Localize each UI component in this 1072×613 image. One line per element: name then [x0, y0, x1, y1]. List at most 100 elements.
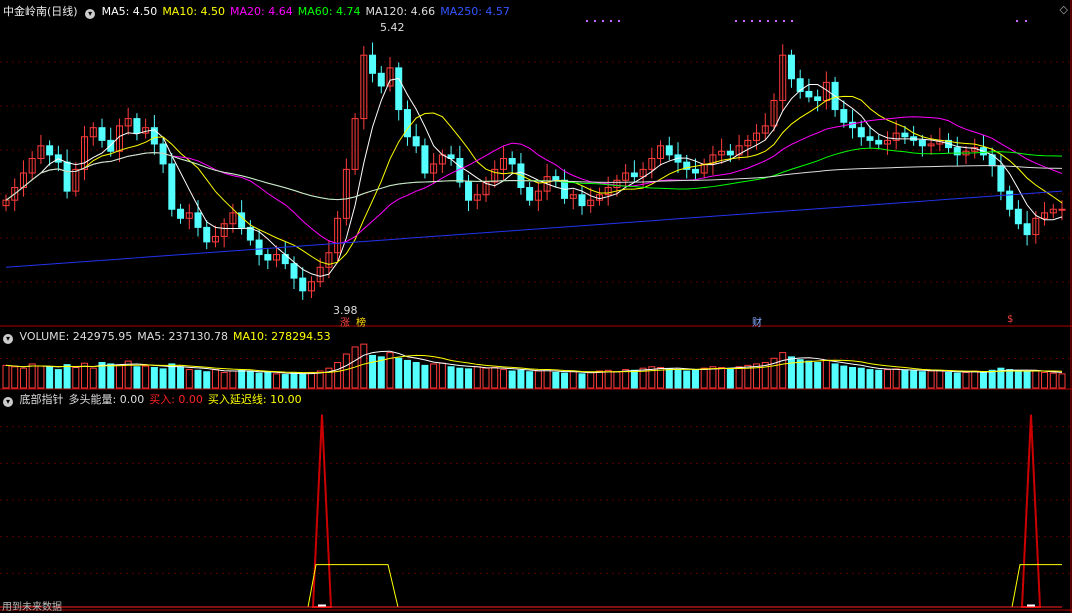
signal-dot [759, 20, 761, 22]
tag-zhang[interactable]: 涨 [340, 314, 350, 329]
panel-toggle-icon[interactable]: ◇ [1060, 3, 1068, 16]
signal-dot [1016, 20, 1018, 22]
volume-panel-header: ▾ VOLUME: 242975.95 MA5: 237130.78 MA10: 2… [3, 330, 336, 344]
volume-bar [281, 374, 289, 389]
volume-bar [438, 362, 446, 389]
volume-bar [421, 364, 429, 389]
volume-bar [674, 369, 682, 389]
indicator-legend-item-3: 买入延迟线: 10.00 [207, 393, 302, 406]
candle-body [691, 168, 699, 174]
volume-bar [918, 371, 926, 389]
volume-bar [211, 369, 219, 389]
volume-bar [150, 366, 158, 389]
candle-body [1014, 208, 1022, 225]
ma-legend-item-4: MA120: 4.66 [365, 5, 436, 18]
volume-bar [726, 368, 734, 389]
volume-bar [892, 368, 900, 389]
volume-bar [779, 352, 787, 389]
signal-dot [735, 20, 737, 22]
collapse-icon[interactable]: ▾ [3, 334, 13, 344]
signal-dot [791, 20, 793, 22]
candle-body [369, 54, 377, 74]
candle-body [726, 150, 734, 156]
candle-body [508, 158, 516, 165]
ma-legend-item-1: MA10: 4.50 [162, 5, 226, 18]
tag-cai[interactable]: 财 [752, 314, 762, 329]
candle-body [857, 127, 865, 138]
volume-bar [796, 359, 804, 389]
volume-bar [613, 371, 621, 389]
volume-bar [185, 369, 193, 389]
volume-bar [465, 368, 473, 389]
volume-bar [307, 371, 315, 389]
volume-bar [787, 356, 795, 389]
volume-bar [875, 369, 883, 389]
candle-body [107, 139, 115, 152]
volume-bar [936, 369, 944, 389]
candle-body [98, 127, 106, 141]
volume-bar [1058, 373, 1066, 389]
signal-dot [602, 20, 604, 22]
volume-bar [840, 365, 848, 389]
volume-bar [264, 371, 272, 389]
future-data-note: 用到未来数据 [2, 602, 62, 613]
volume-bar [115, 364, 123, 389]
indicator-panel-header: ▾ 底部指针 多头能量: 0.00 买入: 0.00 买入延迟线: 10.00 [3, 391, 307, 407]
volume-bar [229, 370, 237, 389]
tag-bang[interactable]: 榜 [356, 314, 366, 329]
candle-body [395, 67, 403, 111]
volume-bar [19, 367, 27, 389]
candle-body [299, 277, 307, 292]
volume-bar [46, 366, 54, 389]
volume-bar [403, 359, 411, 389]
collapse-icon[interactable]: ▾ [3, 397, 13, 407]
candle-body [133, 118, 141, 134]
volume-bar [1006, 369, 1014, 389]
candle-body [194, 212, 202, 228]
indicator-legend-item-0: 底部指针 [19, 393, 64, 406]
candle-body [255, 239, 263, 256]
volume-bar [63, 364, 71, 389]
signal-dot [743, 20, 745, 22]
volume-bar [665, 368, 673, 389]
volume-bar [168, 363, 176, 389]
ma5-line [5, 77, 1063, 277]
volume-bar [1032, 370, 1040, 389]
volume-bar [630, 369, 638, 389]
volume-bar [11, 366, 19, 389]
volume-bar [255, 372, 263, 389]
volume-bar [447, 366, 455, 389]
volume-bar [683, 370, 691, 389]
volume-bar [831, 363, 839, 389]
ma-legend-item-3: MA60: 4.74 [297, 5, 361, 18]
volume-bar [377, 356, 385, 389]
volume-legend-item-0: VOLUME: 242975.95 [19, 330, 133, 343]
volume-bar [508, 370, 516, 389]
volume-bar [622, 369, 630, 389]
volume-bar [177, 366, 185, 389]
volume-legend-item-2: MA10: 278294.53 [232, 330, 331, 343]
candle-body [203, 226, 211, 243]
tag-s[interactable]: $ [1007, 314, 1013, 325]
indicator-legend-item-1: 多头能量: 0.00 [68, 393, 145, 406]
candle-body [290, 263, 298, 279]
price-panel-header: 中金岭南(日线) ▾ MA5: 4.50 MA10: 4.50 MA20: 4.64… [3, 3, 515, 19]
candle-body [665, 145, 673, 156]
volume-bar [499, 369, 507, 389]
volume-bar [849, 366, 857, 389]
volume-legend-item-1: MA5: 237130.78 [137, 330, 228, 343]
volume-bar [299, 373, 307, 389]
volume-bar [473, 366, 481, 389]
volume-bar [945, 371, 953, 389]
collapse-icon[interactable]: ▾ [85, 9, 96, 19]
volume-bar [910, 370, 918, 389]
signal-dot [618, 20, 620, 22]
volume-bar [709, 366, 717, 389]
candle-body [918, 139, 926, 147]
volume-bar [883, 369, 891, 389]
candle-body [953, 147, 961, 156]
volume-bar [334, 362, 342, 389]
volume-bar [360, 343, 368, 389]
candle-body [866, 136, 874, 141]
volume-bar [395, 357, 403, 389]
